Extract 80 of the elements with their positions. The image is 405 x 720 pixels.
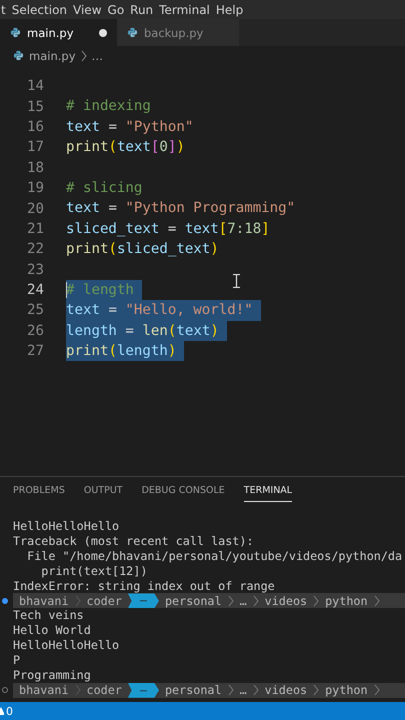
panel-tab[interactable]: PROBLEMS bbox=[13, 485, 65, 502]
python-icon bbox=[10, 27, 21, 38]
terminal-line: IndexError: string index out of range bbox=[13, 578, 276, 594]
menu-item[interactable]: t bbox=[1, 2, 6, 16]
panel-tab[interactable]: OUTPUT bbox=[84, 485, 123, 502]
prompt-branch: – bbox=[128, 682, 159, 698]
prompt-host: coder bbox=[86, 594, 123, 608]
line-number: 24 bbox=[26, 282, 44, 298]
warning-icon bbox=[0, 707, 4, 715]
terminal-line: Traceback (most recent call last): bbox=[13, 534, 255, 549]
editor-tab[interactable]: main.py bbox=[0, 19, 117, 46]
menu-item[interactable]: Terminal bbox=[159, 2, 210, 16]
chevron-icon bbox=[374, 594, 380, 607]
text-cursor-icon bbox=[233, 274, 240, 288]
line-number: 25 bbox=[26, 302, 44, 318]
prompt-path-part: videos bbox=[264, 594, 308, 608]
unsaved-dot-icon bbox=[99, 28, 107, 36]
terminal-line: print(text[12]) bbox=[40, 564, 148, 579]
line-number: 14 bbox=[26, 78, 44, 94]
chevron-icon bbox=[74, 684, 81, 696]
prompt-user: bhavani bbox=[18, 594, 70, 608]
line-number: 19 bbox=[26, 180, 44, 196]
prompt-path-part: personal bbox=[164, 683, 223, 698]
menu-item[interactable]: Run bbox=[130, 2, 154, 16]
prompt-path-part: python bbox=[324, 594, 369, 608]
prompt-host: coder bbox=[86, 683, 123, 698]
menu-item[interactable]: Go bbox=[108, 2, 124, 16]
prompt-path-part: … bbox=[238, 683, 248, 698]
code-line: print(text[0]) bbox=[66, 138, 185, 158]
python-icon bbox=[13, 50, 24, 61]
prompt-user: bhavani bbox=[18, 683, 70, 698]
chevron-icon bbox=[252, 594, 259, 607]
chevron-icon bbox=[313, 684, 320, 696]
chevron-icon bbox=[74, 594, 81, 607]
code-line: text = "Python Programming" bbox=[66, 199, 296, 218]
chevron-icon bbox=[374, 684, 380, 696]
chevron-icon bbox=[252, 684, 259, 696]
breadcrumb-item[interactable]: … bbox=[92, 48, 103, 62]
line-number: 23 bbox=[26, 262, 44, 278]
menu-item[interactable]: Selection bbox=[12, 2, 68, 16]
warning-count[interactable]: 0 bbox=[6, 704, 13, 718]
line-number: 18 bbox=[26, 160, 44, 176]
line-number: 16 bbox=[26, 118, 44, 135]
prompt-path-part: personal bbox=[164, 594, 223, 608]
terminal-line: Programming bbox=[13, 668, 92, 683]
tab-label: main.py bbox=[27, 26, 74, 40]
code-line: print(sliced_text) bbox=[66, 240, 219, 260]
python-icon bbox=[127, 27, 138, 38]
line-number: 26 bbox=[26, 322, 44, 339]
terminal-line: File "/home/bhavani/personal/youtube/videos/python/da bbox=[26, 548, 404, 564]
terminal-line: P bbox=[13, 653, 22, 668]
line-number: 27 bbox=[26, 343, 44, 360]
prompt-path-part: videos bbox=[264, 683, 308, 698]
code-line: sliced_text = text[7:18] bbox=[66, 220, 270, 239]
code-line: # indexing bbox=[66, 97, 151, 116]
chevron-icon bbox=[313, 594, 320, 607]
terminal-line: HelloHelloHello bbox=[13, 638, 120, 654]
menu-item[interactable]: Help bbox=[216, 2, 244, 16]
code-line: text = "Python" bbox=[66, 118, 194, 137]
line-number: 22 bbox=[26, 241, 44, 258]
code-line: # slicing bbox=[66, 178, 142, 198]
line-number: 17 bbox=[26, 139, 44, 156]
terminal-line: Hello World bbox=[13, 623, 92, 638]
panel-tab[interactable]: DEBUG CONSOLE bbox=[142, 485, 225, 502]
line-number: 20 bbox=[26, 200, 44, 217]
prompt-branch: – bbox=[128, 593, 159, 608]
chevron-icon bbox=[80, 50, 86, 62]
terminal-line: Tech veins bbox=[13, 608, 85, 624]
breadcrumb-item[interactable]: main.py bbox=[29, 48, 76, 62]
prompt-path-part: python bbox=[324, 683, 369, 698]
panel-tab[interactable]: TERMINAL bbox=[244, 485, 292, 502]
editor-tab[interactable]: backup.py bbox=[117, 19, 239, 46]
menu-item[interactable]: View bbox=[73, 2, 102, 16]
tab-label: backup.py bbox=[144, 26, 204, 40]
chevron-icon bbox=[228, 594, 234, 607]
chevron-icon bbox=[228, 684, 234, 696]
prompt-path-part: … bbox=[238, 594, 248, 608]
terminal-line: HelloHelloHello bbox=[13, 519, 120, 534]
line-number: 21 bbox=[26, 220, 44, 237]
line-number: 15 bbox=[26, 98, 44, 115]
